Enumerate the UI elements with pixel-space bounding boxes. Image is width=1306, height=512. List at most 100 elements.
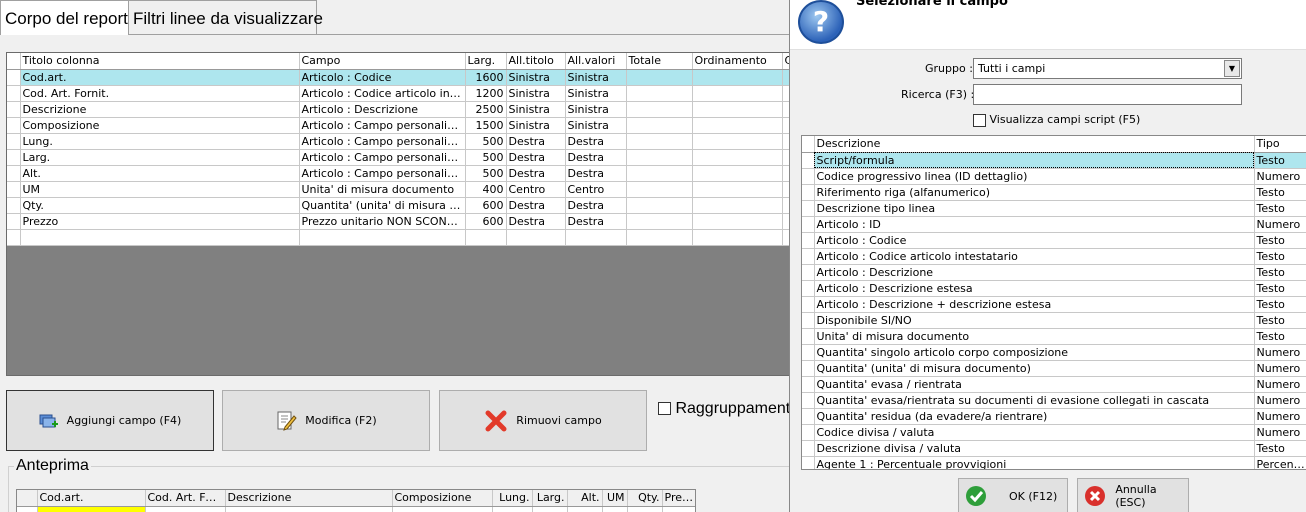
green-check-icon xyxy=(966,486,986,506)
row-indicator[interactable] xyxy=(802,424,815,441)
table-cell: Sinistra xyxy=(565,69,627,86)
table-cell xyxy=(465,229,507,246)
row-indicator[interactable] xyxy=(7,213,21,230)
row-indicator[interactable] xyxy=(802,408,815,425)
row-indicator[interactable] xyxy=(802,232,815,249)
group-select[interactable]: Tutti i campi ▼ xyxy=(973,58,1242,79)
table-row[interactable]: Lung.Articolo : Campo personalizzato lun… xyxy=(7,133,789,150)
list-item[interactable]: Articolo : ID Numero xyxy=(802,216,1306,233)
remove-field-button[interactable]: Rimuovi campo xyxy=(439,390,647,451)
row-indicator[interactable] xyxy=(802,344,815,361)
row-indicator[interactable] xyxy=(802,216,815,233)
list-item[interactable]: Descrizione divisa / valuta Testo xyxy=(802,440,1306,457)
table-row[interactable]: Larg.Articolo : Campo personalizzato lar… xyxy=(7,149,789,166)
list-item[interactable]: Quantita' evasa/rientrata su documenti d… xyxy=(802,392,1306,409)
row-indicator[interactable] xyxy=(7,133,21,150)
row-indicator[interactable] xyxy=(802,264,815,281)
chevron-down-icon[interactable]: ▼ xyxy=(1224,60,1240,77)
list-cell: Testo xyxy=(1254,184,1306,201)
table-row[interactable]: Descrizione Articolo : Descrizione 2500 Sin… xyxy=(7,101,789,118)
table-row[interactable]: Qty.Quantita' (unita' di misura document… xyxy=(7,197,789,214)
report-columns-grid[interactable]: Titolo colonna Campo Larg. All.titolo All.va… xyxy=(6,52,790,376)
row-indicator[interactable] xyxy=(7,165,21,182)
row-indicator[interactable] xyxy=(7,117,21,134)
row-indicator[interactable] xyxy=(7,197,21,214)
list-item[interactable]: Descrizione tipo linea Testo xyxy=(802,200,1306,217)
edit-button[interactable]: Modifica (F2) xyxy=(222,390,430,451)
table-row[interactable]: Prezzo Prezzo unitario NON SCONTATO 600 Des… xyxy=(7,213,789,230)
column-header[interactable]: Totale xyxy=(626,53,693,70)
cancel-button[interactable]: Annulla (ESC) xyxy=(1077,478,1189,512)
list-cell: Testo xyxy=(1254,264,1306,281)
list-item[interactable]: Articolo : Codice Testo xyxy=(802,232,1306,249)
list-item[interactable]: Disponibile SI/NO Testo xyxy=(802,312,1306,329)
row-indicator[interactable] xyxy=(802,360,815,377)
tab-corpo-del-report[interactable]: Corpo del report xyxy=(0,0,129,35)
column-header[interactable]: Titolo colonna xyxy=(20,53,300,70)
list-item[interactable]: Riferimento riga (alfanumerico) Testo xyxy=(802,184,1306,201)
column-header[interactable]: Campo xyxy=(299,53,466,70)
show-script-fields-checkbox[interactable]: Visualizza campi script (F5) xyxy=(973,113,1140,127)
table-row[interactable]: Cod.art. Articolo : Codice 1600 Sinistra Sin… xyxy=(7,69,789,86)
table-row[interactable]: Cod. Art. Fornit. Articolo : Codice artic… xyxy=(7,85,789,102)
row-indicator[interactable] xyxy=(7,85,21,102)
edit-icon xyxy=(277,411,297,431)
row-indicator[interactable] xyxy=(802,456,815,469)
list-item[interactable]: Quantita' evasa / rientrata Numero xyxy=(802,376,1306,393)
grouping-checkbox-box[interactable] xyxy=(658,402,671,416)
row-indicator[interactable] xyxy=(802,376,815,393)
list-item[interactable]: Quantita' residua (da evadere/a rientrar… xyxy=(802,408,1306,425)
row-indicator[interactable] xyxy=(802,168,815,185)
list-item[interactable]: Agente 1 : Percentuale provvigioni Percen… xyxy=(802,456,1306,469)
table-cell: Cod. Art. Fornit. xyxy=(20,85,300,102)
search-input[interactable] xyxy=(973,84,1242,105)
tab-filtri-linee[interactable]: Filtri linee da visualizzare xyxy=(128,0,323,34)
column-header[interactable]: All.valori xyxy=(565,53,627,70)
list-item[interactable]: Codice progressivo linea (ID dettaglio) N… xyxy=(802,168,1306,185)
list-item[interactable]: Articolo : Codice articolo intestatario T… xyxy=(802,248,1306,265)
list-item[interactable]: Quantita' singolo articolo corpo composi… xyxy=(802,344,1306,361)
preview-column-header: Prezzo xyxy=(662,490,695,507)
row-indicator[interactable] xyxy=(802,248,815,265)
ok-button[interactable]: OK (F12) xyxy=(958,478,1068,512)
list-item[interactable]: Script/formula Testo xyxy=(802,152,1306,169)
column-header[interactable]: All.titolo xyxy=(506,53,566,70)
row-indicator[interactable] xyxy=(7,181,21,198)
row-indicator[interactable] xyxy=(802,328,815,345)
row-indicator[interactable] xyxy=(7,101,21,118)
row-indicator[interactable] xyxy=(7,69,21,86)
table-row-empty[interactable] xyxy=(7,229,789,246)
list-item[interactable]: Codice divisa / valuta Numero xyxy=(802,424,1306,441)
table-cell xyxy=(626,133,693,150)
table-cell: 2500 xyxy=(465,101,507,118)
table-row[interactable]: Composizione Articolo : Campo personalizz… xyxy=(7,117,789,134)
row-indicator[interactable] xyxy=(802,296,815,313)
row-indicator[interactable] xyxy=(802,184,815,201)
list-cell: Testo xyxy=(1254,296,1306,313)
row-indicator[interactable] xyxy=(802,392,815,409)
add-field-button[interactable]: Aggiungi campo (F4) xyxy=(6,390,214,451)
column-header[interactable]: Tipo xyxy=(1254,136,1306,153)
preview-column-header: Cod.art. xyxy=(37,490,146,507)
list-cell: Quantita' evasa/rientrata su documenti d… xyxy=(814,392,1255,409)
list-item[interactable]: Unita' di misura documento Testo xyxy=(802,328,1306,345)
list-cell: Disponibile SI/NO xyxy=(814,312,1255,329)
table-row[interactable]: UM Unita' di misura documento 400 Centro Cen… xyxy=(7,181,789,198)
list-item[interactable]: Articolo : Descrizione estesa Testo xyxy=(802,280,1306,297)
column-header[interactable]: Descrizione xyxy=(814,136,1255,153)
show-script-fields-box[interactable] xyxy=(973,113,986,127)
table-row[interactable]: Alt.Articolo : Campo personalizzato alte… xyxy=(7,165,789,182)
list-item[interactable]: Quantita' (unita' di misura documento) Nu… xyxy=(802,360,1306,377)
row-indicator[interactable] xyxy=(802,440,815,457)
column-header[interactable]: Ordinamento xyxy=(692,53,783,70)
fields-list-grid[interactable]: Descrizione Tipo Script/formula Testo Codic… xyxy=(801,135,1306,470)
row-indicator[interactable] xyxy=(802,152,815,169)
list-item[interactable]: Articolo : Descrizione + descrizione est… xyxy=(802,296,1306,313)
grouping-checkbox[interactable]: Raggruppamenti xyxy=(658,400,794,418)
row-indicator[interactable] xyxy=(802,280,815,297)
row-indicator[interactable] xyxy=(802,312,815,329)
row-indicator[interactable] xyxy=(7,149,21,166)
row-indicator[interactable] xyxy=(802,200,815,217)
column-header[interactable]: Larg. xyxy=(465,53,507,70)
list-item[interactable]: Articolo : Descrizione Testo xyxy=(802,264,1306,281)
